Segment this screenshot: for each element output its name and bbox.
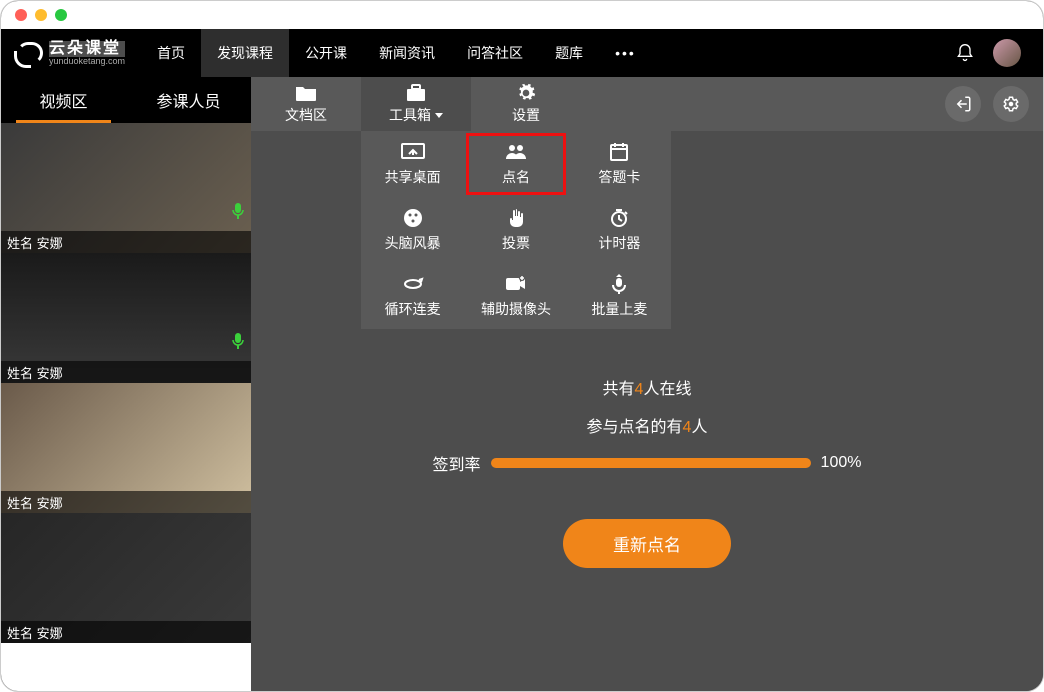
caret-down-icon <box>435 113 443 118</box>
mic-up-icon <box>610 273 628 295</box>
tool-batch-mic[interactable]: 批量上麦 <box>568 263 671 329</box>
tool-aux-camera[interactable]: 辅助摄像头 <box>464 263 567 329</box>
main-area: 文档区 工具箱 设置 <box>251 77 1043 691</box>
online-count-line: 共有4人在线 <box>603 375 692 399</box>
top-nav: 云朵课堂 yunduoketang.com 首页 发现课程 公开课 新闻资讯 问… <box>1 29 1043 77</box>
video-tile[interactable] <box>1 643 251 691</box>
nav-links: 首页 发现课程 公开课 新闻资讯 问答社区 题库 ••• <box>141 29 652 77</box>
loop-icon <box>402 273 424 295</box>
tool-label: 头脑风暴 <box>385 233 441 253</box>
share-screen-icon <box>401 141 425 163</box>
toolbar-settings[interactable]: 设置 <box>471 77 581 131</box>
participated-line: 参与点名的有4人 <box>587 413 708 437</box>
toolbar-label: 设置 <box>512 105 540 125</box>
tool-label: 点名 <box>502 167 530 187</box>
nav-open-class[interactable]: 公开课 <box>289 29 363 77</box>
nav-question-bank[interactable]: 题库 <box>539 29 599 77</box>
close-dot[interactable] <box>15 9 27 21</box>
app-window: 云朵课堂 yunduoketang.com 首页 发现课程 公开课 新闻资讯 问… <box>0 0 1044 692</box>
video-tile[interactable]: 姓名 安娜 <box>1 513 251 643</box>
tool-label: 批量上麦 <box>591 299 647 319</box>
nav-home[interactable]: 首页 <box>141 29 201 77</box>
gear-icon <box>516 83 536 103</box>
toolbox-dropdown: 共享桌面 点名 答题卡 头脑风暴 投票 <box>361 131 671 329</box>
settings-button[interactable] <box>993 86 1029 122</box>
camera-plus-icon <box>505 273 527 295</box>
folder-icon <box>295 83 317 103</box>
maximize-dot[interactable] <box>55 9 67 21</box>
logo[interactable]: 云朵课堂 yunduoketang.com <box>13 41 141 66</box>
clock-icon <box>609 207 629 229</box>
video-thumbnail <box>1 643 251 691</box>
tool-answer-card[interactable]: 答题卡 <box>568 131 671 197</box>
tool-vote[interactable]: 投票 <box>464 197 567 263</box>
body: 视频区 参课人员 姓名 安娜 姓名 安娜 姓名 安娜 <box>1 77 1043 691</box>
video-name: 姓名 安娜 <box>1 361 251 383</box>
mic-icon <box>231 202 245 225</box>
exit-button[interactable] <box>945 86 981 122</box>
retry-rollcall-button[interactable]: 重新点名 <box>563 519 731 568</box>
tool-label: 答题卡 <box>598 167 640 187</box>
tool-share-desktop[interactable]: 共享桌面 <box>361 131 464 197</box>
nav-qa[interactable]: 问答社区 <box>451 29 539 77</box>
tool-timer[interactable]: 计时器 <box>568 197 671 263</box>
rate-value: 100% <box>821 454 862 472</box>
user-avatar[interactable] <box>993 39 1021 67</box>
tool-label: 共享桌面 <box>385 167 441 187</box>
video-tile[interactable]: 姓名 安娜 <box>1 253 251 383</box>
checkin-rate-row: 签到率 100% <box>433 451 862 475</box>
nav-more[interactable]: ••• <box>599 45 652 61</box>
notification-icon[interactable] <box>955 43 975 63</box>
tool-brainstorm[interactable]: 头脑风暴 <box>361 197 464 263</box>
toolbar-right <box>945 86 1043 122</box>
video-list: 姓名 安娜 姓名 安娜 姓名 安娜 姓名 安娜 <box>1 123 251 691</box>
hand-icon <box>507 207 525 229</box>
tool-label: 辅助摄像头 <box>481 299 551 319</box>
sidebar: 视频区 参课人员 姓名 安娜 姓名 安娜 姓名 安娜 <box>1 77 251 691</box>
toolbox-icon <box>405 83 427 103</box>
people-icon <box>504 141 528 163</box>
film-icon <box>403 207 423 229</box>
logo-title: 云朵课堂 <box>49 41 125 57</box>
tool-label: 循环连麦 <box>385 299 441 319</box>
tool-loop-mic[interactable]: 循环连麦 <box>361 263 464 329</box>
titlebar <box>1 1 1043 29</box>
logo-icon <box>17 42 43 64</box>
tool-label: 投票 <box>502 233 530 253</box>
main-toolbar: 文档区 工具箱 设置 <box>251 77 1043 131</box>
nav-news[interactable]: 新闻资讯 <box>363 29 451 77</box>
video-tile[interactable]: 姓名 安娜 <box>1 383 251 513</box>
toolbar-toolbox[interactable]: 工具箱 <box>361 77 471 131</box>
mic-icon <box>231 332 245 355</box>
rate-label: 签到率 <box>433 451 481 475</box>
tab-video-area[interactable]: 视频区 <box>1 77 126 123</box>
tool-label: 计时器 <box>598 233 640 253</box>
tool-rollcall[interactable]: 点名 <box>464 131 567 197</box>
sidebar-tabs: 视频区 参课人员 <box>1 77 251 123</box>
tab-participants[interactable]: 参课人员 <box>126 77 251 123</box>
nav-discover[interactable]: 发现课程 <box>201 29 289 77</box>
progress-bar <box>491 458 811 468</box>
toolbar-label: 工具箱 <box>389 105 443 125</box>
video-name: 姓名 安娜 <box>1 621 251 643</box>
video-tile[interactable]: 姓名 安娜 <box>1 123 251 253</box>
toolbar-label: 文档区 <box>285 105 327 125</box>
toolbar-documents[interactable]: 文档区 <box>251 77 361 131</box>
video-name: 姓名 安娜 <box>1 231 251 253</box>
calendar-icon <box>609 141 629 163</box>
nav-right <box>955 39 1031 67</box>
logo-text: 云朵课堂 yunduoketang.com <box>49 41 125 66</box>
video-name: 姓名 安娜 <box>1 491 251 513</box>
minimize-dot[interactable] <box>35 9 47 21</box>
logo-subtitle: yunduoketang.com <box>49 57 125 66</box>
